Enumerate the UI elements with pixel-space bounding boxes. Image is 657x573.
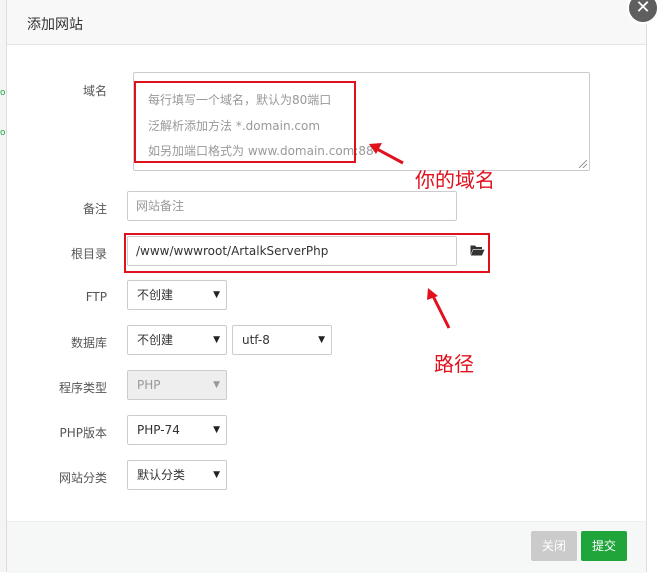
path-annotation: 路径: [434, 352, 474, 376]
submit-button[interactable]: 提交: [581, 531, 627, 561]
domain-annotation: 你的域名: [415, 168, 495, 192]
add-site-dialog: 添加网站 域名 每行填写一个域名，默认为80端口 泛解析添加方法 *.domai…: [6, 0, 647, 573]
arrow-icon: [427, 288, 451, 329]
dialog-footer: 关闭 提交: [7, 521, 646, 573]
annotation-arrows: [369, 143, 451, 329]
close-button[interactable]: 关闭: [531, 531, 577, 561]
arrow-icon: [369, 143, 404, 165]
